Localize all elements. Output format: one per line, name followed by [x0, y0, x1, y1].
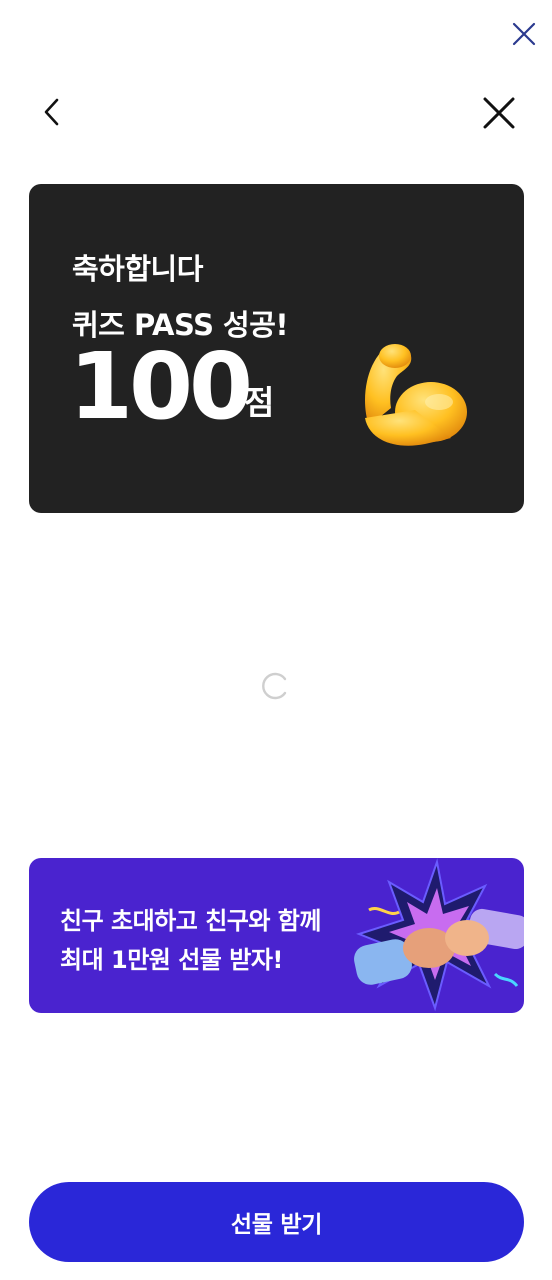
banner-line2: 최대 1만원 선물 받자! — [60, 946, 283, 974]
score-card: 축하합니다 퀴즈 PASS 성공! 100 점 — [29, 184, 524, 513]
fist-bump-illustration — [354, 858, 524, 1012]
close-icon — [483, 97, 515, 129]
back-button[interactable] — [32, 92, 72, 132]
invite-banner[interactable]: 친구 초대하고 친구와 함께 최대 1만원 선물 받자! — [29, 858, 524, 1013]
chevron-left-icon — [44, 98, 59, 126]
score-value: 100 — [69, 333, 253, 440]
top-close-button[interactable] — [508, 18, 540, 50]
score-unit: 점 — [244, 383, 275, 422]
banner-line1: 친구 초대하고 친구와 함께 — [60, 907, 321, 935]
close-button[interactable] — [476, 90, 522, 136]
close-icon — [512, 22, 536, 46]
flexed-biceps-icon — [365, 344, 467, 446]
congrats-text: 축하합니다 — [72, 252, 203, 286]
receive-gift-button[interactable]: 선물 받기 — [29, 1182, 524, 1262]
spinner-icon — [262, 672, 287, 700]
